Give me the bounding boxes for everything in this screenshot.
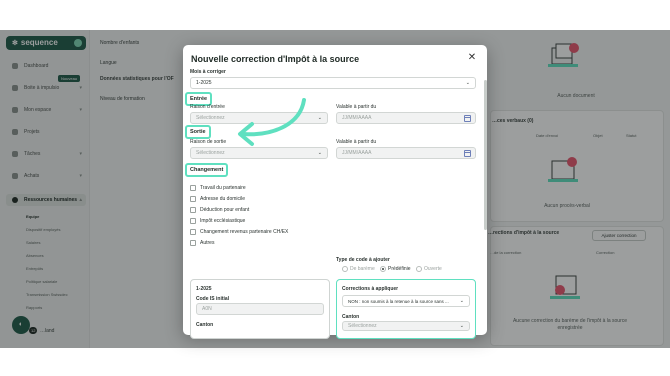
checkbox-autres[interactable] [190, 240, 196, 246]
corrections-value: NON : non soumis à la retenue à la sourc… [348, 299, 449, 304]
checkbox-travail-partenaire[interactable] [190, 185, 196, 191]
checkbox-label: Déduction pour enfant [200, 207, 250, 213]
chevron-down-icon: ⌄ [459, 323, 464, 329]
corrections-label: Corrections à appliquer [342, 286, 399, 292]
calendar-icon[interactable] [464, 150, 471, 157]
mois-select[interactable]: 1-2025 ⌄ [190, 77, 476, 89]
annotation-arrow-icon [238, 98, 306, 146]
checkbox-label: Autres [200, 240, 215, 246]
checkbox-adresse-domicile[interactable] [190, 196, 196, 202]
canton-placeholder: Sélectionnez [348, 323, 377, 329]
chevron-down-icon: ⌄ [465, 80, 470, 86]
type-code-label: Type de code à ajouter [336, 257, 390, 263]
raison-sortie-placeholder: Sélectionnez [196, 150, 225, 156]
checkbox-impot-ecclesiastique[interactable] [190, 218, 196, 224]
radio-predefinie[interactable] [380, 266, 386, 272]
sortie-tag: Sortie [185, 125, 211, 139]
date-placeholder: JJ/MM/AAAA [342, 150, 372, 156]
raison-sortie-select[interactable]: Sélectionnez ⌄ [190, 147, 328, 159]
radio-ouverte[interactable] [416, 266, 422, 272]
close-icon[interactable]: ✕ [467, 53, 477, 63]
checkbox-revenus-partenaire[interactable] [190, 229, 196, 235]
valable-entree-label: Valable à partir du [336, 104, 377, 110]
code-is-value: A0N [202, 306, 212, 312]
raison-entree-label: Raison d'entrée [190, 104, 225, 110]
code-is-field: A0N [196, 303, 324, 315]
checkbox-label: Changement revenus partenaire CH/EX [200, 229, 289, 235]
valable-sortie-date[interactable]: JJ/MM/AAAA [336, 147, 476, 159]
valable-sortie-label: Valable à partir du [336, 139, 377, 145]
checkbox-label: Adresse du domicile [200, 196, 246, 202]
raison-sortie-label: Raison de sortie [190, 139, 227, 145]
checkbox-label: Travail du partenaire [200, 185, 246, 191]
modal-title: Nouvelle correction d'Impôt à la source [191, 54, 360, 64]
raison-entree-placeholder: Sélectionnez [196, 115, 225, 121]
chevron-down-icon: ⌄ [317, 150, 322, 156]
corrections-select[interactable]: NON : non soumis à la retenue à la sourc… [342, 295, 470, 307]
radio-label: Prédéfinie [388, 266, 411, 272]
changement-tag: Changement [185, 163, 229, 177]
canton-label-right: Canton [342, 314, 360, 320]
date-placeholder: JJ/MM/AAAA [342, 115, 372, 121]
screen: ✻ sequence Dashboard Nouveau Boite à impu… [0, 0, 670, 376]
calendar-icon[interactable] [464, 115, 471, 122]
mois-label: Mois à corriger [190, 69, 226, 75]
canton-select[interactable]: Sélectionnez ⌄ [342, 321, 470, 331]
canton-label-left: Canton [196, 322, 214, 328]
modal-scrollbar[interactable] [484, 80, 487, 230]
checkbox-label: Impôt ecclésiastique [200, 218, 246, 224]
valable-entree-date[interactable]: JJ/MM/AAAA [336, 112, 476, 124]
radio-label: Ouverte [424, 266, 442, 272]
chevron-down-icon: ⌄ [459, 296, 464, 306]
mois-value: 1-2025 [196, 80, 212, 86]
radio-label: De barème [350, 266, 375, 272]
radio-de-bareme[interactable] [342, 266, 348, 272]
checkbox-deduction-enfant[interactable] [190, 207, 196, 213]
chevron-down-icon: ⌄ [317, 115, 322, 121]
card-month: 1-2025 [196, 286, 212, 292]
code-is-label: Code IS initial [196, 296, 230, 302]
